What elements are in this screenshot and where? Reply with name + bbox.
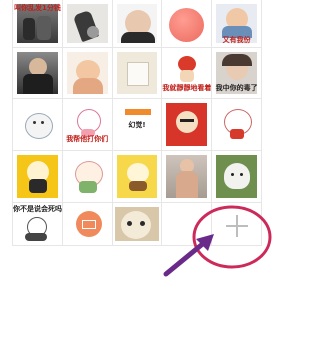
sticker-image: [17, 155, 58, 198]
sticker-cell: [162, 203, 213, 246]
sticker-cell[interactable]: [162, 151, 213, 203]
sticker-cell[interactable]: [62, 151, 113, 203]
sticker-image: [116, 155, 158, 198]
sticker-image: [66, 155, 108, 198]
sticker-caption: 我中你的毒了: [215, 84, 258, 92]
sticker-image: [17, 103, 58, 146]
sticker-cell[interactable]: 我中你的毒了: [212, 48, 262, 99]
sticker-caption: 你不是说会死吗?: [13, 205, 63, 213]
sticker-cell[interactable]: [62, 0, 113, 48]
sticker-image: [114, 207, 160, 241]
sticker-image: [166, 155, 208, 198]
sticker-image: [166, 103, 208, 146]
sticker-cell[interactable]: [62, 48, 113, 99]
sticker-caption: 叫你乱发1分钱: [13, 4, 61, 12]
sticker-image: [66, 52, 108, 94]
sticker-cell[interactable]: [112, 48, 163, 99]
sticker-image: [166, 4, 208, 43]
sticker-image: [17, 52, 58, 94]
sticker-cell[interactable]: 又有我份: [212, 0, 262, 48]
add-sticker-button[interactable]: [212, 203, 262, 246]
sticker-cell[interactable]: [62, 203, 113, 246]
sticker-cell[interactable]: [13, 151, 63, 203]
sticker-cell[interactable]: [212, 151, 262, 203]
sticker-image: [216, 103, 257, 146]
sticker-cell[interactable]: [112, 0, 163, 48]
sticker-cell[interactable]: 叫你乱发1分钱: [13, 0, 63, 48]
sticker-caption: 我就靜靜地看着: [162, 84, 212, 92]
sticker-cell[interactable]: [162, 99, 213, 151]
sticker-image: [66, 4, 108, 43]
sticker-cell[interactable]: [112, 151, 163, 203]
sticker-cell[interactable]: 我就靜靜地看着: [162, 48, 213, 99]
sticker-cell[interactable]: [112, 203, 163, 246]
sticker-image: [17, 215, 58, 241]
sticker-image: [116, 52, 158, 94]
sticker-caption: 我帮他打你们: [66, 135, 109, 143]
sticker-image: [216, 155, 257, 198]
sticker-caption: 又有我份: [222, 36, 251, 44]
sticker-cell[interactable]: [212, 99, 262, 151]
sticker-cell[interactable]: 幻觉!: [112, 99, 163, 151]
sticker-caption: 幻觉!: [128, 121, 146, 129]
sticker-grid: 叫你乱发1分钱 又有我份 我就靜靜地看着 我中你的毒了 我帮他打你们 幻觉! 你…: [12, 0, 262, 246]
sticker-cell[interactable]: 我帮他打你们: [62, 99, 113, 151]
sticker-image: [116, 4, 158, 43]
sticker-cell[interactable]: 你不是说会死吗?: [13, 203, 63, 246]
sticker-cell[interactable]: [13, 99, 63, 151]
sticker-cell[interactable]: [162, 0, 213, 48]
sticker-image: [66, 207, 108, 241]
sticker-cell[interactable]: [13, 48, 63, 99]
